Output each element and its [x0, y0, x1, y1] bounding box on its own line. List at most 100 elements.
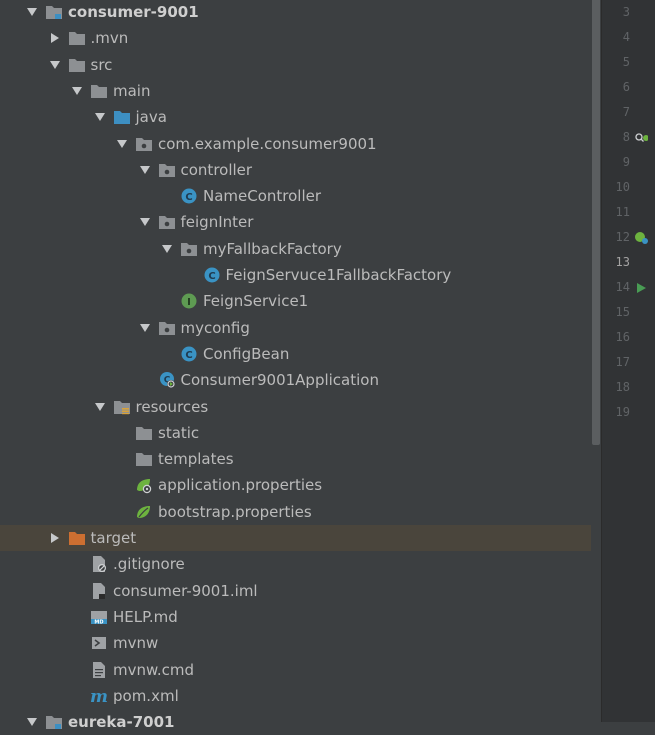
line-number: 19: [615, 405, 630, 419]
package-icon: [158, 161, 176, 179]
line-number: 15: [615, 305, 630, 319]
tree-item-label: .mvn: [90, 29, 129, 48]
folder-icon: [90, 82, 108, 100]
tree-row[interactable]: src: [0, 52, 591, 78]
tree-row[interactable]: feignInter: [0, 209, 591, 235]
line-number: 4: [622, 30, 630, 44]
tree-item-label: consumer-9001: [68, 3, 199, 21]
resources-folder-icon: [113, 398, 131, 416]
chevron-down-icon[interactable]: [113, 139, 131, 149]
tree-row[interactable]: eureka-7001: [0, 709, 591, 735]
tree-row[interactable]: C ConfigBean: [0, 341, 591, 367]
source-folder-icon: [113, 108, 131, 126]
tree-row[interactable]: C Consumer9001Application: [0, 367, 591, 393]
tree-row[interactable]: target: [0, 525, 601, 551]
tree-row[interactable]: main: [0, 78, 591, 104]
line-number: 5: [622, 55, 630, 69]
package-icon: [180, 240, 198, 258]
line-number: 17: [615, 355, 630, 369]
tree-row[interactable]: com.example.consumer9001: [0, 131, 591, 157]
chevron-down-icon[interactable]: [23, 7, 41, 17]
vertical-scrollbar[interactable]: [591, 0, 601, 722]
folder-icon: [68, 29, 86, 47]
line-number: 8: [622, 130, 630, 144]
tree-row[interactable]: consumer-9001: [0, 0, 591, 25]
line-number: 6: [622, 80, 630, 94]
chevron-down-icon[interactable]: [136, 217, 154, 227]
line-number: 10: [615, 180, 630, 194]
tree-row[interactable]: C NameController: [0, 183, 591, 209]
tree-row[interactable]: static: [0, 420, 591, 446]
maven-file-icon: m: [90, 687, 108, 705]
svg-text:m: m: [90, 688, 108, 704]
chevron-down-icon[interactable]: [46, 60, 64, 70]
chevron-down-icon[interactable]: [158, 244, 176, 254]
module-folder-icon: [45, 3, 63, 21]
tree-item-label: controller: [180, 160, 253, 179]
svg-text:C: C: [208, 271, 215, 282]
svg-text:C: C: [185, 350, 192, 361]
chevron-down-icon[interactable]: [68, 86, 86, 96]
tree-row[interactable]: m pom.xml: [0, 683, 591, 709]
chevron-down-icon[interactable]: [23, 717, 41, 727]
tree-item-label: FeignServuce1FallbackFactory: [225, 266, 452, 284]
spring-properties-icon: [135, 476, 153, 494]
package-icon: [158, 213, 176, 231]
line-number: 12: [615, 230, 630, 244]
tree-row[interactable]: MD HELP.md: [0, 604, 591, 630]
svg-text:C: C: [185, 192, 192, 203]
line-number: 14: [615, 280, 630, 294]
tree-item-label: NameController: [203, 187, 322, 206]
chevron-right-icon[interactable]: [46, 532, 64, 544]
tree-item-label: main: [113, 81, 151, 100]
tree-item-label: Consumer9001Application: [180, 371, 379, 390]
tree-row[interactable]: I FeignService1: [0, 288, 591, 314]
tree-row[interactable]: mvnw: [0, 630, 591, 656]
scrollbar-thumb[interactable]: [592, 0, 600, 445]
tree-item-label: mvnw: [113, 634, 159, 653]
shell-file-icon: [90, 634, 108, 652]
folder-icon: [68, 56, 86, 74]
tree-item-label: eureka-7001: [68, 713, 175, 732]
markdown-file-icon: MD: [90, 608, 108, 626]
find-bean-icon[interactable]: [634, 131, 649, 145]
chevron-down-icon[interactable]: [91, 402, 109, 412]
tree-item-label: .gitignore: [113, 555, 185, 574]
project-tree[interactable]: consumer-9001 .mvn src main java com.example.…: [0, 0, 601, 731]
tree-row[interactable]: java: [0, 104, 591, 130]
package-icon: [135, 135, 153, 153]
class-icon: C: [180, 345, 198, 363]
chevron-down-icon[interactable]: [136, 165, 154, 175]
line-number: 13: [615, 255, 630, 269]
chevron-down-icon[interactable]: [136, 323, 154, 333]
tree-row[interactable]: resources: [0, 394, 591, 420]
tree-item-label: src: [90, 55, 113, 74]
tree-row[interactable]: consumer-9001.iml: [0, 578, 591, 604]
chevron-right-icon[interactable]: [46, 32, 64, 44]
tree-row[interactable]: bootstrap.properties: [0, 499, 591, 525]
tree-item-label: target: [90, 529, 137, 547]
tree-row[interactable]: .mvn: [0, 25, 591, 51]
bean-icon[interactable]: [634, 231, 648, 245]
module-folder-icon: [45, 713, 63, 731]
folder-icon: [135, 450, 153, 468]
class-icon: C: [203, 266, 221, 284]
tree-item-label: application.properties: [158, 476, 323, 495]
spring-app-icon: C: [158, 371, 176, 389]
tree-row[interactable]: myconfig: [0, 315, 591, 341]
tree-row[interactable]: .gitignore: [0, 551, 591, 577]
tree-item-label: ConfigBean: [203, 344, 290, 363]
tree-row[interactable]: myFallbackFactory: [0, 236, 591, 262]
interface-icon: I: [180, 292, 198, 310]
chevron-down-icon[interactable]: [91, 112, 109, 122]
tree-row[interactable]: mvnw.cmd: [0, 657, 591, 683]
tree-row[interactable]: controller: [0, 157, 591, 183]
tree-row[interactable]: application.properties: [0, 472, 591, 498]
tree-item-label: pom.xml: [113, 686, 179, 705]
tree-item-label: mvnw.cmd: [113, 660, 195, 679]
tree-row[interactable]: C FeignServuce1FallbackFactory: [0, 262, 591, 288]
run-icon[interactable]: [634, 281, 648, 295]
tree-row[interactable]: templates: [0, 446, 591, 472]
tree-item-label: consumer-9001.iml: [113, 581, 258, 600]
svg-text:MD: MD: [94, 619, 103, 625]
